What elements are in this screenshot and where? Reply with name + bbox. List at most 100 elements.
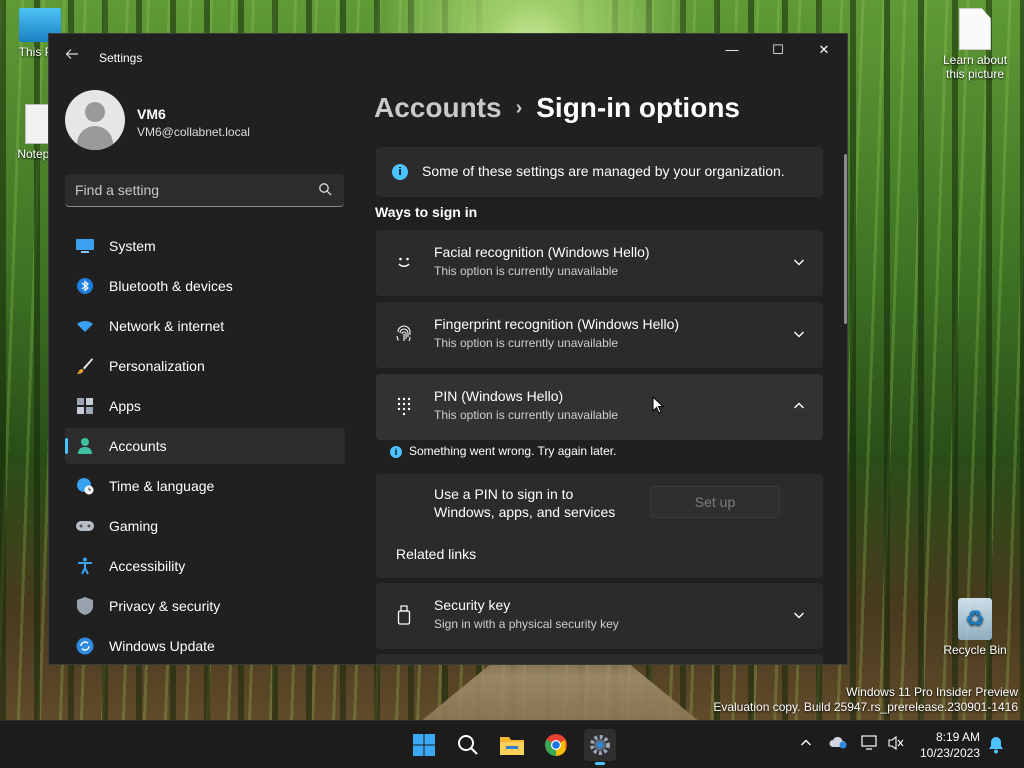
desktop-icon-label: Recycle Bin: [943, 643, 1007, 657]
taskbar-settings[interactable]: [584, 729, 616, 765]
sidebar-item-accessibility[interactable]: Accessibility: [65, 548, 345, 584]
profile-email: VM6@collabnet.local: [137, 125, 250, 139]
shield-icon: [75, 596, 95, 616]
sidebar-item-windows-update[interactable]: Windows Update: [65, 628, 345, 664]
usb-key-icon: [392, 605, 416, 629]
sidebar-item-accounts[interactable]: Accounts: [65, 428, 345, 464]
start-button[interactable]: [408, 729, 440, 761]
sidebar-item-system[interactable]: System: [65, 228, 345, 264]
windows-logo-icon: [413, 734, 435, 756]
signin-option-security-key[interactable]: Security key Sign in with a physical sec…: [376, 583, 823, 649]
sidebar-item-personalization[interactable]: Personalization: [65, 348, 345, 384]
avatar-head: [85, 102, 105, 122]
option-title: Security key: [434, 597, 511, 613]
pin-error-text: Something went wrong. Try again later.: [409, 444, 617, 458]
sidebar-item-label: Gaming: [109, 518, 159, 534]
sidebar-item-bluetooth[interactable]: Bluetooth & devices: [65, 268, 345, 304]
option-title: Fingerprint recognition (Windows Hello): [434, 316, 680, 332]
pin-expanded-panel: Use a PIN to sign in to Windows, apps, a…: [376, 474, 823, 578]
gamepad-icon: [75, 516, 95, 536]
info-icon: i: [392, 164, 408, 180]
taskbar-file-explorer[interactable]: [496, 729, 528, 761]
managed-by-org-banner: i Some of these settings are managed by …: [376, 147, 823, 197]
sidebar-item-apps[interactable]: Apps: [65, 388, 345, 424]
maximize-button[interactable]: ☐: [755, 34, 801, 66]
notification-bell-icon[interactable]: [986, 735, 1006, 755]
page-title: Sign-in options: [536, 92, 740, 123]
update-icon: [75, 636, 95, 656]
breadcrumb-parent[interactable]: Accounts: [374, 92, 502, 123]
close-button[interactable]: ✕: [801, 34, 847, 66]
sidebar-item-label: System: [109, 238, 156, 254]
avatar[interactable]: [65, 90, 125, 150]
profile-name: VM6: [137, 106, 166, 122]
info-icon: i: [390, 446, 402, 458]
search-box[interactable]: [65, 174, 344, 207]
network-icon[interactable]: [860, 735, 880, 755]
sidebar-item-label: Accounts: [109, 438, 167, 454]
desktop-icon-label: Learn about this picture: [942, 53, 1008, 81]
option-subtitle: This option is currently unavailable: [434, 264, 619, 278]
bluetooth-icon: [75, 276, 95, 296]
sidebar-item-label: Apps: [109, 398, 141, 414]
system-clock[interactable]: 8:19 AM 10/23/2023: [920, 729, 980, 761]
sidebar-item-gaming[interactable]: Gaming: [65, 508, 345, 544]
chevron-down-icon[interactable]: [793, 256, 805, 268]
sidebar-item-label: Network & internet: [109, 318, 225, 334]
option-subtitle: Sign in with a physical security key: [434, 617, 619, 631]
sidebar-item-network[interactable]: Network & internet: [65, 308, 345, 344]
desktop-icon-learn-about-picture[interactable]: Learn about this picture: [940, 8, 1010, 81]
taskbar-chrome[interactable]: [540, 729, 572, 761]
back-arrow-icon: [65, 49, 78, 59]
info-banner-text: Some of these settings are managed by yo…: [422, 163, 785, 179]
chevron-down-icon[interactable]: [793, 609, 805, 621]
evaluation-watermark: Windows 11 Pro Insider Preview Evaluatio…: [713, 685, 1018, 715]
section-title-ways-to-sign-in: Ways to sign in: [375, 204, 478, 220]
apps-icon: [75, 396, 95, 416]
clock-time: 8:19 AM: [935, 730, 980, 744]
signin-option-facial-recognition[interactable]: Facial recognition (Windows Hello) This …: [376, 230, 823, 296]
option-subtitle: This option is currently unavailable: [434, 408, 619, 422]
content-scrollbar[interactable]: [844, 154, 847, 324]
search-input[interactable]: [75, 180, 305, 200]
clock-globe-icon: [75, 476, 95, 496]
sidebar-item-label: Privacy & security: [109, 598, 221, 614]
clock-date: 10/23/2023: [919, 746, 980, 760]
next-option-card-partial[interactable]: [376, 654, 823, 664]
signin-option-fingerprint[interactable]: Fingerprint recognition (Windows Hello) …: [376, 302, 823, 368]
signin-option-pin[interactable]: PIN (Windows Hello) This option is curre…: [376, 374, 823, 440]
chevron-down-icon[interactable]: [793, 328, 805, 340]
sidebar-item-time-language[interactable]: Time & language: [65, 468, 345, 504]
option-subtitle: This option is currently unavailable: [434, 336, 619, 350]
face-icon: [392, 252, 416, 276]
onedrive-icon[interactable]: [828, 735, 848, 755]
system-icon: [75, 236, 95, 256]
sidebar-item-privacy-security[interactable]: Privacy & security: [65, 588, 345, 624]
pin-setup-button[interactable]: Set up: [650, 486, 780, 518]
pin-keypad-icon: [392, 396, 416, 420]
chevron-up-icon[interactable]: [796, 735, 816, 755]
desktop-icon-recycle-bin[interactable]: ♻ Recycle Bin: [940, 598, 1010, 657]
pin-description: Use a PIN to sign in to Windows, apps, a…: [434, 486, 616, 520]
title-bar[interactable]: Settings — ☐ ✕: [49, 34, 847, 82]
option-title: Facial recognition (Windows Hello): [434, 244, 650, 260]
taskbar-search-button[interactable]: [452, 729, 484, 761]
taskbar: 8:19 AM 10/23/2023: [0, 720, 1024, 768]
chrome-icon: [545, 734, 567, 756]
sidebar-item-label: Time & language: [109, 478, 215, 494]
app-title: Settings: [99, 51, 143, 65]
document-icon: [959, 8, 991, 50]
back-button[interactable]: [61, 46, 83, 68]
breadcrumb-separator: ›: [515, 97, 523, 119]
search-icon[interactable]: [318, 182, 332, 196]
volume-muted-icon[interactable]: [886, 735, 906, 755]
breadcrumb: Accounts › Sign-in options: [374, 92, 740, 124]
fingerprint-icon: [392, 324, 416, 348]
minimize-button[interactable]: —: [709, 34, 755, 66]
pin-error-message: i Something went wrong. Try again later.: [390, 444, 617, 458]
search-icon: [458, 735, 478, 755]
chevron-up-icon[interactable]: [793, 400, 805, 412]
mouse-cursor-icon: [652, 396, 664, 414]
brush-icon: [75, 356, 95, 376]
sidebar-nav: System Bluetooth & devices Network & int…: [65, 228, 345, 664]
